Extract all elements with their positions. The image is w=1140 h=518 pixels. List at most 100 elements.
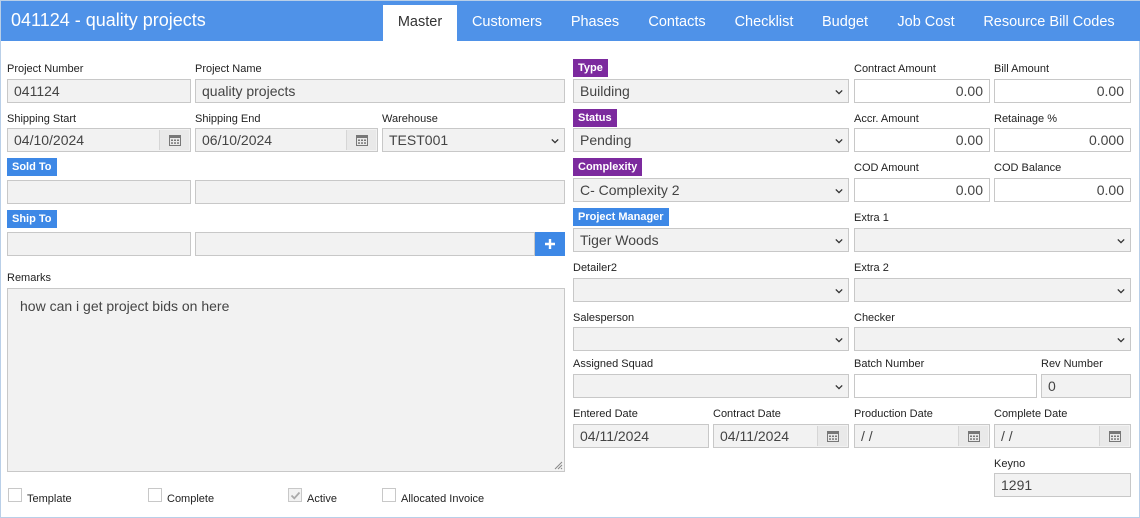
calendar-icon[interactable] [346, 130, 376, 150]
allocated-invoice-checkbox[interactable] [382, 488, 396, 502]
contract-amount-field[interactable]: 0.00 [854, 79, 990, 103]
template-checkbox-label: Template [27, 493, 72, 505]
shipping-end-value: 06/10/2024 [202, 132, 273, 148]
chevron-down-icon [835, 89, 843, 95]
calendar-icon[interactable] [817, 426, 847, 446]
header-bar: 041124 - quality projects Master Custome… [1, 1, 1140, 41]
shipping-end-field[interactable]: 06/10/2024 [195, 128, 378, 152]
project-manager-select[interactable]: Tiger Woods [573, 228, 849, 252]
project-name-label: Project Name [195, 63, 262, 75]
assigned-squad-label: Assigned Squad [573, 358, 654, 370]
allocated-invoice-checkbox-label: Allocated Invoice [401, 493, 485, 505]
complexity-value: C- Complexity 2 [580, 182, 680, 198]
page-title: 041124 - quality projects [11, 10, 206, 30]
status-select[interactable]: Pending [573, 128, 849, 152]
type-badge: Type [573, 59, 608, 77]
active-checkbox[interactable] [288, 488, 302, 502]
resize-handle-icon[interactable] [553, 460, 563, 470]
complete-date-label: Complete Date [994, 408, 1068, 420]
ship-to-name-field[interactable] [195, 232, 535, 256]
ship-to-badge[interactable]: Ship To [7, 210, 57, 228]
chevron-down-icon [835, 337, 843, 343]
assigned-squad-select[interactable] [573, 374, 849, 398]
warehouse-label: Warehouse [382, 113, 438, 125]
remarks-textarea[interactable]: how can i get project bids on here [7, 288, 565, 472]
complete-date-field[interactable]: / / [994, 424, 1131, 448]
keyno-label: Keyno [994, 458, 1026, 470]
type-select[interactable]: Building [573, 79, 849, 103]
cod-amount-label: COD Amount [854, 162, 919, 174]
chevron-down-icon [1117, 337, 1125, 343]
tab-contacts[interactable]: Contacts [641, 5, 713, 41]
sold-to-badge[interactable]: Sold To [7, 158, 57, 176]
production-date-value: / / [861, 428, 873, 444]
tab-phases[interactable]: Phases [563, 5, 627, 41]
chevron-down-icon [835, 288, 843, 294]
checker-label: Checker [854, 312, 895, 324]
production-date-label: Production Date [854, 408, 933, 420]
batch-number-field[interactable] [854, 374, 1037, 398]
extra1-select[interactable] [854, 228, 1131, 252]
tab-customers[interactable]: Customers [463, 5, 551, 41]
checker-select[interactable] [854, 327, 1131, 351]
project-number-field[interactable]: 041124 [7, 79, 191, 103]
remarks-label: Remarks [7, 272, 52, 284]
extra1-label: Extra 1 [854, 212, 889, 224]
shipping-start-label: Shipping Start [7, 113, 77, 125]
plus-icon [545, 239, 555, 249]
complete-checkbox[interactable] [148, 488, 162, 502]
contract-date-value: 04/11/2024 [720, 428, 790, 444]
tab-resource-bill-codes[interactable]: Resource Bill Codes [977, 5, 1121, 41]
detailer2-select[interactable] [573, 278, 849, 302]
project-name-field[interactable]: quality projects [195, 79, 565, 103]
salesperson-label: Salesperson [573, 312, 635, 324]
keyno-field[interactable]: 1291 [994, 473, 1131, 497]
calendar-icon[interactable] [1099, 426, 1129, 446]
tab-master[interactable]: Master [383, 5, 457, 41]
shipping-end-label: Shipping End [195, 113, 261, 125]
tab-budget[interactable]: Budget [815, 5, 875, 41]
rev-number-field[interactable]: 0 [1041, 374, 1131, 398]
sold-to-code-field[interactable] [7, 180, 191, 204]
shipping-start-field[interactable]: 04/10/2024 [7, 128, 191, 152]
extra2-select[interactable] [854, 278, 1131, 302]
accr-amount-field[interactable]: 0.00 [854, 128, 990, 152]
calendar-icon[interactable] [159, 130, 189, 150]
status-value: Pending [580, 132, 632, 148]
calendar-icon[interactable] [958, 426, 988, 446]
complexity-select[interactable]: C- Complexity 2 [573, 178, 849, 202]
template-checkbox[interactable] [8, 488, 22, 502]
project-master-window: 041124 - quality projects Master Custome… [0, 0, 1140, 518]
cod-balance-label: COD Balance [994, 162, 1062, 174]
rev-number-label: Rev Number [1041, 358, 1103, 370]
cod-amount-field[interactable]: 0.00 [854, 178, 990, 202]
bill-amount-field[interactable]: 0.00 [994, 79, 1131, 103]
tab-job-cost[interactable]: Job Cost [889, 5, 963, 41]
project-manager-value: Tiger Woods [580, 232, 659, 248]
contract-date-field[interactable]: 04/11/2024 [713, 424, 849, 448]
detailer2-label: Detailer2 [573, 262, 618, 274]
add-ship-to-button[interactable] [535, 232, 565, 256]
chevron-down-icon [835, 188, 843, 194]
complete-checkbox-label: Complete [167, 493, 215, 505]
shipping-start-value: 04/10/2024 [14, 132, 85, 148]
cod-balance-field[interactable]: 0.00 [994, 178, 1131, 202]
type-value: Building [580, 83, 630, 99]
project-manager-badge[interactable]: Project Manager [573, 208, 669, 226]
bill-amount-label: Bill Amount [994, 63, 1050, 75]
complexity-badge: Complexity [573, 158, 643, 176]
tab-checklist[interactable]: Checklist [727, 5, 801, 41]
production-date-field[interactable]: / / [854, 424, 990, 448]
sold-to-name-field[interactable] [195, 180, 565, 204]
entered-date-label: Entered Date [573, 408, 638, 420]
status-badge: Status [573, 109, 617, 127]
salesperson-select[interactable] [573, 327, 849, 351]
chevron-down-icon [835, 138, 843, 144]
checkmark-icon [290, 491, 301, 500]
ship-to-code-field[interactable] [7, 232, 191, 256]
retainage-field[interactable]: 0.000 [994, 128, 1131, 152]
warehouse-select[interactable]: TEST001 [382, 128, 565, 152]
accr-amount-label: Accr. Amount [854, 113, 919, 125]
entered-date-field[interactable]: 04/11/2024 [573, 424, 709, 448]
chevron-down-icon [835, 384, 843, 390]
